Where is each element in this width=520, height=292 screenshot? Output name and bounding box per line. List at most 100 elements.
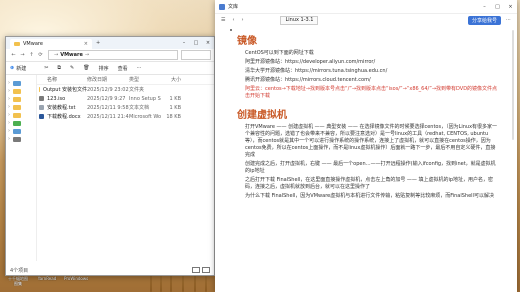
back-icon[interactable]: ‹ — [232, 17, 234, 23]
column-date[interactable]: 修改日期 — [87, 76, 129, 83]
file-row[interactable]: Output 安装包文件 2025/12/9 23:02 文件夹 — [37, 85, 214, 94]
search-input[interactable] — [181, 50, 211, 60]
file-icon — [39, 87, 41, 92]
close-tab-icon[interactable]: × — [84, 41, 88, 47]
tab-vmware[interactable]: VMware × — [10, 39, 92, 49]
list-item: 打开VMware —— 创建虚拟机 —— 典型安装 —— 在选择镜像文件的时候要… — [245, 124, 499, 159]
file-icon — [39, 96, 44, 101]
refresh-icon[interactable]: ⟳ — [36, 52, 45, 58]
column-type[interactable]: 类型 — [129, 76, 161, 83]
copy-icon[interactable]: ⧉ — [57, 65, 61, 71]
close-button[interactable]: × — [202, 40, 214, 46]
more-icon[interactable]: ⋯ — [506, 17, 511, 23]
maximize-button[interactable]: □ — [190, 40, 202, 46]
file-date: 2025/12/11 21:46 — [87, 113, 129, 120]
file-type: 文件夹 — [129, 87, 145, 93]
notes-window: 文库 – □ × ☰ ‹ › Linux 1-3.1 分享给我号 ⋯ 镜像 Cen… — [215, 0, 517, 292]
up-icon[interactable]: ↑ — [27, 52, 36, 58]
new-button[interactable]: ⊕ 新建 — [10, 65, 35, 72]
section-heading: 创建虚拟机 — [237, 110, 287, 121]
explorer-navbar: ← → ↑ ⟳ → VMware → — [6, 49, 214, 62]
minimize-button[interactable]: – — [178, 40, 190, 46]
column-name[interactable]: 名称 — [37, 76, 87, 83]
menu-icon[interactable]: ☰ — [221, 17, 225, 23]
tiles-view-icon[interactable] — [202, 267, 210, 273]
folder-icon — [13, 128, 21, 134]
details-view-icon[interactable] — [192, 267, 200, 273]
sidebar-item[interactable]: › — [6, 119, 36, 127]
sidebar-item[interactable]: › — [6, 87, 36, 95]
chevron-right-icon: › — [8, 96, 10, 102]
chevron-right-icon: › — [8, 120, 10, 126]
file-icon — [39, 105, 44, 110]
chevron-right-icon: › — [8, 88, 10, 94]
chevron-right-icon: › — [8, 128, 10, 134]
explorer-titlebar: VMware × + – □ × — [6, 37, 214, 49]
file-name: 123.iso — [47, 95, 66, 102]
folder-icon — [13, 120, 21, 126]
list-header: 名称 修改日期 类型 大小 — [37, 75, 214, 85]
sidebar-item[interactable]: › — [6, 111, 36, 119]
breadcrumb-current[interactable]: VMware — [60, 52, 83, 58]
file-size: 1 KB — [169, 104, 181, 111]
sidebar-item[interactable]: › — [6, 127, 36, 135]
tab-current-note[interactable]: Linux 1-3.1 — [280, 15, 319, 25]
view-button[interactable]: 查看 — [118, 65, 128, 72]
command-bar: ⊕ 新建 ✂ ⧉ ✎ 🗑 排序 查看 ··· — [6, 62, 214, 75]
new-tab-button[interactable]: + — [96, 40, 100, 46]
sidebar-item[interactable]: › — [6, 135, 36, 143]
list-item: 腾讯开源镜像站：https://mirrors.cloud.tencent.co… — [245, 77, 499, 84]
folder-icon — [13, 112, 21, 118]
column-size[interactable]: 大小 — [161, 76, 181, 83]
plus-icon: ⊕ — [10, 65, 15, 71]
sidebar-item[interactable]: › — [6, 103, 36, 111]
sidebar-item[interactable]: › — [6, 79, 36, 87]
file-size: 18 KB — [166, 113, 181, 120]
chevron-right-icon: › — [8, 112, 10, 118]
minimize-button[interactable]: – — [478, 4, 491, 10]
rename-icon[interactable]: ✎ — [70, 65, 74, 71]
window-title: 文库 — [228, 4, 239, 10]
share-button[interactable]: 分享给我号 — [467, 15, 501, 25]
file-name: 安装教程.txt — [47, 105, 76, 111]
folder-icon — [13, 80, 21, 86]
bullet-list: CentOS可以到下面的网址下载阿里开源镜像站：https://develope… — [237, 50, 499, 100]
list-item: 清华大学开源镜像站：https://mirrors.tuna.tsinghua.… — [245, 68, 499, 75]
app-icon — [219, 3, 225, 10]
tab-label: VMware — [23, 41, 43, 47]
file-date: 2025/12/11 9:58 — [87, 104, 129, 111]
folder-icon — [13, 104, 21, 110]
file-row[interactable]: 安装教程.txt 2025/12/11 9:58 文本文档 1 KB — [37, 103, 214, 112]
forward-icon[interactable]: → — [18, 52, 27, 58]
sort-button[interactable]: 排序 — [99, 65, 109, 72]
bullet-list: 打开VMware —— 创建虚拟机 —— 典型安装 —— 在选择镜像文件的时候要… — [237, 124, 499, 200]
sidebar-item[interactable]: › — [6, 95, 36, 103]
close-button[interactable]: × — [504, 4, 517, 10]
forward-icon[interactable]: › — [241, 17, 243, 23]
folder-icon — [13, 88, 21, 94]
chevron-right-icon: › — [8, 80, 10, 86]
file-row[interactable]: 123.iso 2025/12/9 9:27Inno Setup Script 1 … — [37, 94, 214, 103]
file-type: Microsoft Word — [129, 113, 161, 120]
delete-icon[interactable]: 🗑 — [83, 65, 89, 71]
note-content: 镜像 CentOS可以到下面的网址下载阿里开源镜像站：https://develo… — [237, 28, 499, 292]
file-name: Output 安装包文件 — [43, 87, 87, 93]
back-icon[interactable]: ← — [9, 52, 18, 58]
scrollbar[interactable] — [512, 30, 514, 140]
file-type: 文本文档 — [129, 105, 150, 111]
file-date: 2025/12/9 9:27 — [87, 95, 126, 102]
list-item: CentOS可以到下面的网址下载 — [245, 50, 499, 57]
cut-icon[interactable]: ✂ — [44, 65, 48, 71]
more-button[interactable]: ··· — [137, 65, 142, 71]
file-size: 1 KB — [169, 95, 181, 102]
list-item: 阿里开源镜像站：https://developer.aliyun.com/mir… — [245, 59, 499, 66]
folder-icon — [14, 42, 20, 46]
notes-titlebar: 文库 – □ × — [215, 0, 517, 14]
list-item: 之后打开下载 FinalShell，在这里面直接操作虚拟机，点击左上角的加号 —… — [245, 177, 499, 191]
list-item: 创建完成之后，打开虚拟机，右键 —— 最后一个open…——打开远程操作(输入i… — [245, 161, 499, 175]
maximize-button[interactable]: □ — [491, 4, 504, 10]
status-bar: 4个项目 — [6, 265, 214, 275]
file-row[interactable]: 下载教程.docx 2025/12/11 21:46Microsoft Word 1… — [37, 112, 214, 121]
file-icon — [39, 114, 44, 119]
address-bar[interactable]: → VMware → — [48, 50, 178, 60]
